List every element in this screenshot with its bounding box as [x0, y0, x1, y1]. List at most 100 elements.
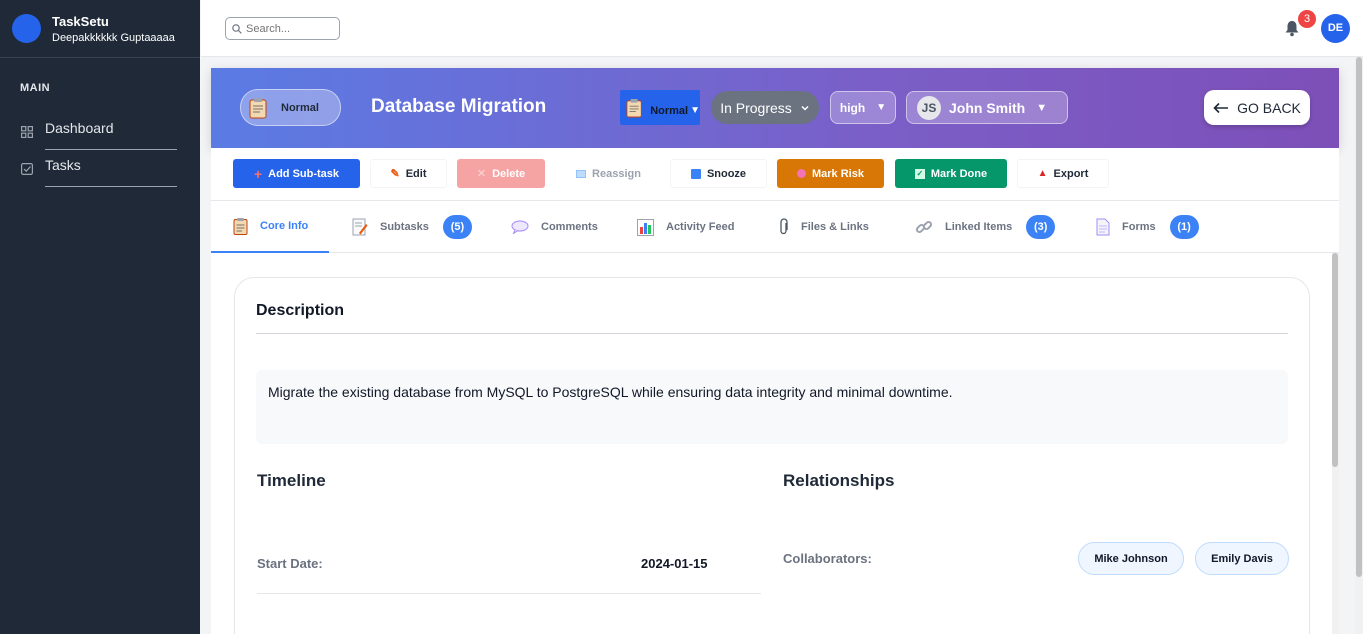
collaborator-chip[interactable]: Emily Davis	[1195, 542, 1289, 575]
chevron-down-icon	[801, 105, 809, 111]
assignee-name: John Smith	[949, 99, 1026, 116]
tab-label: Linked Items	[945, 221, 1013, 233]
reassign-icon	[576, 169, 587, 178]
mark-done-button[interactable]: ✓ Mark Done	[895, 159, 1007, 188]
edit-button[interactable]: ✎ Edit	[370, 159, 447, 188]
search-box[interactable]	[225, 17, 340, 40]
sidebar: TaskSetu Deepakkkkkk Guptaaaaa MAIN Dash…	[0, 0, 200, 634]
page-scrollbar[interactable]	[1355, 57, 1363, 634]
reassign-button[interactable]: Reassign	[560, 159, 657, 188]
sidebar-item-label: Dashboard	[45, 120, 114, 136]
brand-logo	[12, 14, 41, 43]
topbar: 3 DE	[201, 0, 1363, 57]
content-scrollbar[interactable]	[1332, 253, 1339, 634]
tab-files-links[interactable]: Files & Links	[779, 201, 869, 253]
button-label: Delete	[492, 167, 526, 180]
tab-forms[interactable]: Forms (1)	[1096, 201, 1199, 253]
sidebar-item-dashboard[interactable]: Dashboard	[0, 113, 200, 150]
pause-icon	[690, 168, 701, 179]
task-type-value: Normal	[650, 104, 689, 117]
priority-value: high	[839, 100, 866, 115]
tab-label: Comments	[541, 221, 598, 233]
clipboard-icon	[249, 97, 267, 118]
check-icon: ✓	[914, 168, 925, 179]
start-date-value: 2024-01-15	[641, 556, 708, 571]
mark-risk-button[interactable]: Mark Risk	[777, 159, 884, 188]
status-value: In Progress	[720, 99, 792, 116]
chevron-down-icon: ▼	[1036, 101, 1048, 114]
user-name: Deepakkkkkk Guptaaaaa	[52, 31, 175, 44]
tab-subtasks[interactable]: Subtasks (5)	[352, 201, 472, 253]
task-type-label: Normal	[281, 101, 319, 114]
speech-bubble-icon	[511, 220, 529, 234]
export-button[interactable]: ▲ Export	[1017, 159, 1109, 188]
user-avatar[interactable]: DE	[1321, 14, 1350, 43]
memo-icon	[352, 218, 368, 236]
scrollbar-thumb[interactable]	[1332, 253, 1338, 467]
tab-label: Subtasks	[380, 221, 429, 233]
tab-label: Core Info	[260, 220, 309, 232]
sidebar-item-label: Tasks	[45, 157, 81, 173]
tab-activity-feed[interactable]: Activity Feed	[637, 201, 734, 253]
button-label: Reassign	[592, 167, 641, 180]
chevron-down-icon: ▼	[690, 105, 700, 116]
section-label-main: MAIN	[20, 82, 51, 94]
scrollbar-thumb[interactable]	[1356, 57, 1362, 577]
task-type-select[interactable]: Normal ▼	[620, 90, 700, 125]
bar-chart-icon	[637, 218, 654, 236]
task-panel: + Add Sub-task ✎ Edit ✕ Delete Reassign …	[211, 148, 1339, 634]
assignee-select[interactable]: JS John Smith ▼	[906, 91, 1068, 124]
action-bar: + Add Sub-task ✎ Edit ✕ Delete Reassign …	[211, 148, 1339, 201]
collaborator-chip[interactable]: Mike Johnson	[1078, 542, 1184, 575]
task-type-badge: Normal	[240, 89, 341, 126]
divider	[257, 593, 761, 594]
pencil-icon: ✎	[390, 168, 400, 180]
app-name: TaskSetu	[52, 13, 109, 29]
close-icon: ✕	[476, 168, 487, 180]
search-icon	[232, 23, 242, 34]
tab-label: Forms	[1122, 221, 1156, 233]
tab-bar: Core Info Subtasks (5) Comments Activity…	[211, 201, 1339, 253]
relationships-heading: Relationships	[783, 471, 895, 490]
go-back-label: GO BACK	[1237, 99, 1301, 116]
divider	[256, 333, 1288, 334]
snooze-button[interactable]: Snooze	[670, 159, 767, 188]
tab-core-info[interactable]: Core Info	[211, 201, 329, 253]
plus-icon: +	[253, 165, 263, 182]
search-input[interactable]	[246, 22, 331, 35]
export-icon: ▲	[1037, 168, 1048, 179]
collaborators-label: Collaborators:	[783, 551, 872, 566]
go-back-button[interactable]: GO BACK	[1204, 90, 1310, 125]
tab-comments[interactable]: Comments	[511, 201, 598, 253]
button-label: Export	[1053, 167, 1089, 180]
chevron-down-icon: ▼	[876, 102, 887, 113]
clipboard-icon	[233, 218, 248, 235]
sidebar-item-tasks[interactable]: Tasks	[0, 150, 200, 187]
delete-button[interactable]: ✕ Delete	[457, 159, 545, 188]
start-date-label: Start Date:	[257, 556, 323, 571]
add-subtask-button[interactable]: + Add Sub-task	[233, 159, 360, 188]
button-label: Mark Risk	[812, 167, 864, 180]
count-badge: (1)	[1169, 215, 1199, 239]
notification-badge: 3	[1298, 10, 1316, 28]
core-info-card: Description Migrate the existing databas…	[234, 277, 1310, 634]
arrow-left-icon	[1213, 102, 1229, 113]
status-select[interactable]: In Progress	[711, 91, 819, 124]
clipboard-icon	[626, 98, 642, 117]
priority-select[interactable]: high ▼	[830, 91, 896, 124]
tab-linked-items[interactable]: Linked Items (3)	[915, 201, 1056, 253]
paperclip-icon	[780, 218, 788, 235]
tab-label: Files & Links	[801, 221, 869, 233]
link-icon	[915, 220, 933, 234]
count-badge: (3)	[1026, 215, 1056, 239]
brand: TaskSetu Deepakkkkkk Guptaaaaa	[0, 0, 200, 58]
tab-label: Activity Feed	[666, 221, 735, 233]
button-label: Mark Done	[930, 167, 988, 180]
button-label: Edit	[405, 167, 427, 180]
risk-icon	[797, 169, 806, 178]
timeline-heading: Timeline	[257, 471, 326, 490]
divider	[45, 186, 177, 187]
button-label: Add Sub-task	[268, 167, 340, 180]
description-heading: Description	[256, 302, 345, 319]
checkbox-icon	[21, 163, 33, 175]
